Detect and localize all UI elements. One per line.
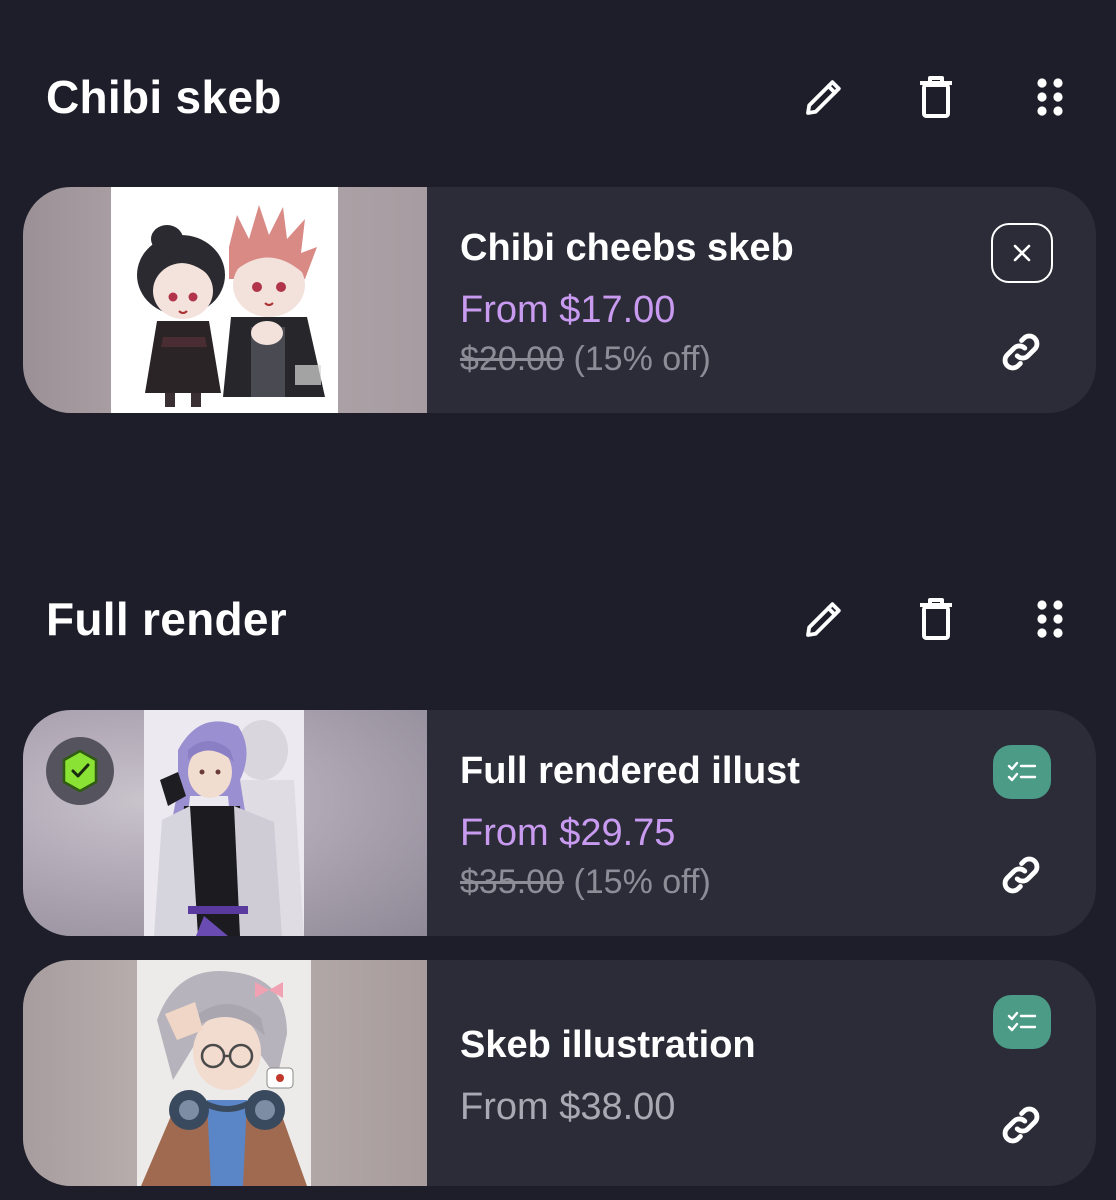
section-header-chibi-skeb: Chibi skeb — [46, 62, 1096, 132]
link-icon — [1002, 333, 1040, 371]
link-icon — [1002, 1106, 1040, 1144]
delete-section-button[interactable] — [908, 69, 964, 125]
discounted-price: From $17.00 — [460, 289, 676, 331]
commission-name: Full rendered illust — [460, 750, 800, 792]
copy-link-button[interactable] — [993, 324, 1049, 380]
commission-name: Chibi cheebs skeb — [460, 227, 794, 269]
commission-card-chibi-cheebs-skeb[interactable]: Chibi cheebs skeb From $17.00 $20.00 (15… — [23, 187, 1096, 413]
verified-badge-icon — [62, 749, 98, 793]
discount-label: (15% off) — [573, 340, 711, 378]
full-render-artwork-image — [144, 710, 304, 936]
link-icon — [1002, 856, 1040, 894]
drag-handle-icon — [1037, 78, 1063, 116]
checklist-icon — [1007, 761, 1037, 782]
discounted-price: From $29.75 — [460, 812, 676, 854]
copy-link-button[interactable] — [993, 1097, 1049, 1153]
checklist-button[interactable] — [993, 995, 1051, 1049]
original-price: $35.00 — [460, 863, 564, 901]
commission-thumbnail — [23, 187, 427, 413]
commission-list-page: Chibi skeb Chibi cheebs skeb From $17.00… — [0, 0, 1116, 1200]
section-header-full-render: Full render — [46, 584, 1096, 654]
commission-card-skeb-illustration[interactable]: Skeb illustration From $38.00 — [23, 960, 1096, 1186]
commission-thumbnail — [23, 710, 427, 936]
original-price-row: $20.00 (15% off) — [460, 340, 711, 379]
price: From $38.00 — [460, 1086, 676, 1128]
original-price: $20.00 — [460, 340, 564, 378]
chibi-artwork-image — [111, 187, 338, 413]
remove-item-button[interactable] — [991, 223, 1053, 283]
copy-link-button[interactable] — [993, 847, 1049, 903]
section-title: Chibi skeb — [46, 71, 282, 123]
commission-name: Skeb illustration — [460, 1024, 756, 1066]
reorder-section-handle[interactable] — [1022, 69, 1078, 125]
discount-label: (15% off) — [573, 863, 711, 901]
delete-section-button[interactable] — [908, 591, 964, 647]
commission-thumbnail — [23, 960, 427, 1186]
skeb-artwork-image — [137, 960, 311, 1186]
original-price-row: $35.00 (15% off) — [460, 863, 711, 902]
trash-icon — [920, 76, 952, 118]
pencil-icon — [806, 80, 841, 115]
commission-card-full-rendered-illust[interactable]: Full rendered illust From $29.75 $35.00 … — [23, 710, 1096, 936]
section-title: Full render — [46, 593, 288, 645]
verified-badge — [46, 737, 114, 805]
drag-handle-icon — [1037, 600, 1063, 638]
edit-section-button[interactable] — [796, 69, 852, 125]
close-icon — [1013, 244, 1031, 262]
trash-icon — [920, 598, 952, 640]
checklist-icon — [1007, 1011, 1037, 1032]
edit-section-button[interactable] — [796, 591, 852, 647]
checklist-button[interactable] — [993, 745, 1051, 799]
pencil-icon — [806, 602, 841, 637]
reorder-section-handle[interactable] — [1022, 591, 1078, 647]
